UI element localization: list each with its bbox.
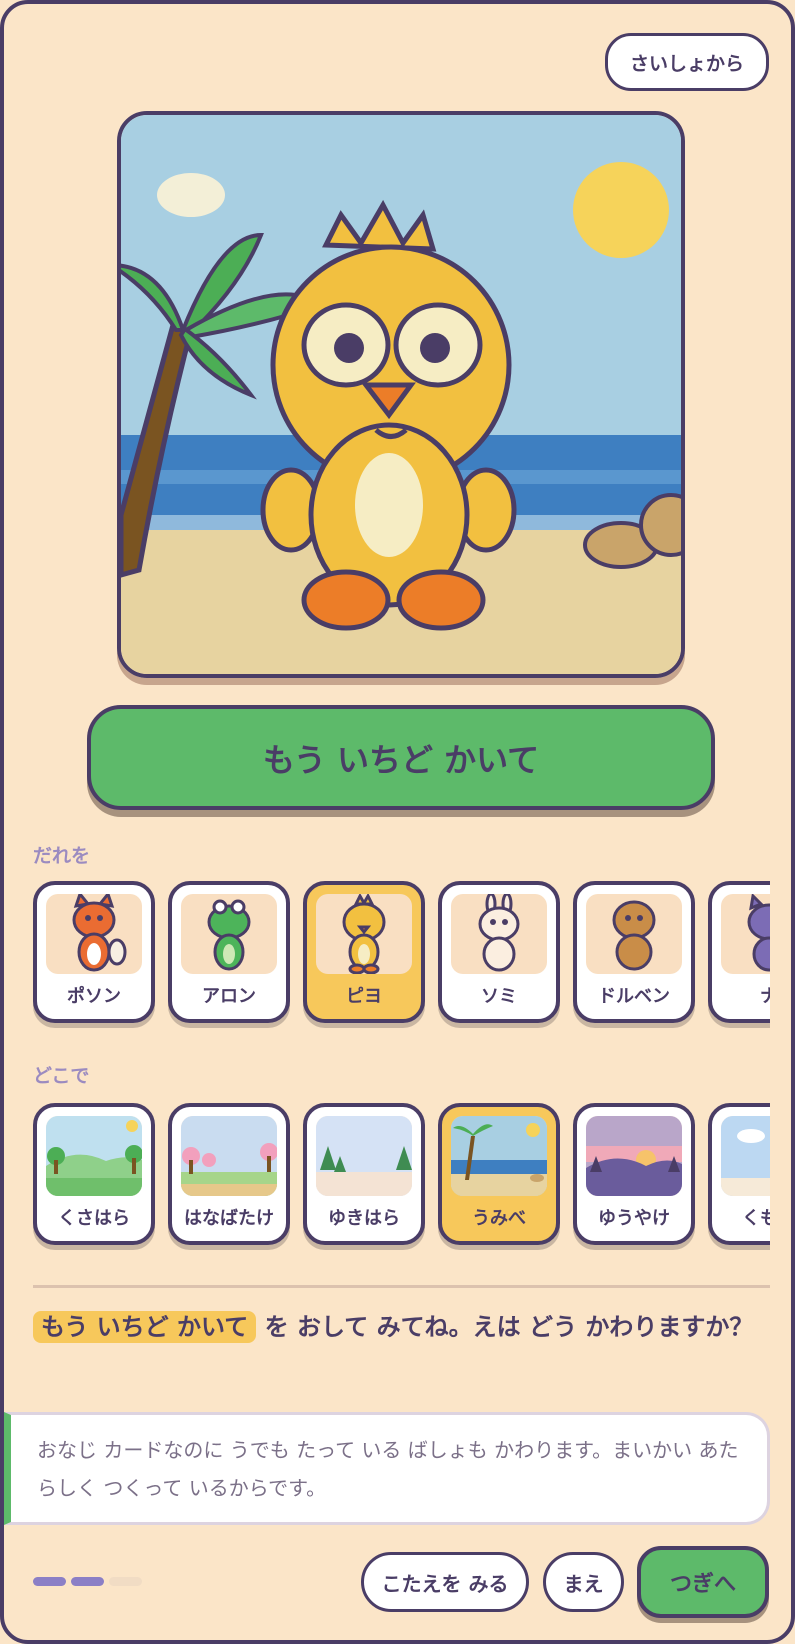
cloud-icon xyxy=(721,1116,770,1196)
question-text: を おして みてね。えは どう かわりますか？ xyxy=(256,1313,754,1341)
where-section-label: どこで xyxy=(33,1065,90,1087)
fox-icon xyxy=(72,894,127,972)
progress-dot xyxy=(33,1577,66,1586)
restart-button[interactable]: さいしょから xyxy=(605,33,769,91)
frog-icon xyxy=(207,899,251,971)
beach-icon xyxy=(451,1116,547,1196)
answer-text: おなじ カードなのに うでも たって いる ばしょも かわります。まいかい あた… xyxy=(37,1438,739,1500)
next-button[interactable]: つぎへ xyxy=(637,1546,769,1618)
character-option-piyo[interactable]: ピヨ xyxy=(303,881,425,1023)
place-option-meadow[interactable]: くさはら xyxy=(33,1103,155,1245)
character-option-aron[interactable]: アロン xyxy=(168,881,290,1023)
progress-dot xyxy=(109,1577,142,1586)
character-option-somi[interactable]: ソミ xyxy=(438,881,560,1023)
app-frame: さいしょから もう いちど かいて だれを ポソン アロン ピヨ ソミ ドルベン… xyxy=(0,0,795,1644)
draw-again-button[interactable]: もう いちど かいて xyxy=(87,705,715,810)
place-option-snowfield[interactable]: ゆきはら xyxy=(303,1103,425,1245)
place-option-sunset[interactable]: ゆうやけ xyxy=(573,1103,695,1245)
question-highlight: もう いちど かいて xyxy=(33,1311,257,1343)
question-prompt: もう いちど かいて を おして みてね。えは どう かわりますか？ xyxy=(33,1307,770,1348)
generated-scene-image xyxy=(117,111,685,678)
snowfield-icon xyxy=(316,1116,412,1196)
sunset-icon xyxy=(586,1116,682,1196)
bunny-icon xyxy=(478,894,520,972)
chick-icon xyxy=(342,894,386,974)
character-option-dorben[interactable]: ドルベン xyxy=(573,881,695,1023)
place-option-beach[interactable]: うみべ xyxy=(438,1103,560,1245)
who-section-label: だれを xyxy=(33,845,91,867)
show-answer-button[interactable]: こたえを みる xyxy=(361,1552,529,1612)
previous-button[interactable]: まえ xyxy=(543,1552,624,1612)
cat-icon xyxy=(747,894,770,972)
place-option-cloud[interactable]: くもの xyxy=(708,1103,770,1245)
meadow-icon xyxy=(46,1116,142,1196)
character-picker: ポソン アロン ピヨ ソミ ドルベン xyxy=(33,881,770,1031)
flower-field-icon xyxy=(181,1116,277,1196)
bear-icon xyxy=(612,900,656,971)
place-option-flower-field[interactable]: はなばたけ xyxy=(168,1103,290,1245)
place-picker: くさはら はなばたけ ゆきはら うみべ ゆうやけ く xyxy=(33,1103,770,1253)
character-option-na[interactable]: ナ xyxy=(708,881,770,1023)
answer-box: おなじ カードなのに うでも たって いる ばしょも かわります。まいかい あた… xyxy=(4,1412,770,1525)
sun-icon xyxy=(573,162,669,258)
divider xyxy=(33,1285,770,1288)
beach-scene-illustration xyxy=(121,115,681,674)
progress-dot xyxy=(71,1577,104,1586)
character-option-poson[interactable]: ポソン xyxy=(33,881,155,1023)
